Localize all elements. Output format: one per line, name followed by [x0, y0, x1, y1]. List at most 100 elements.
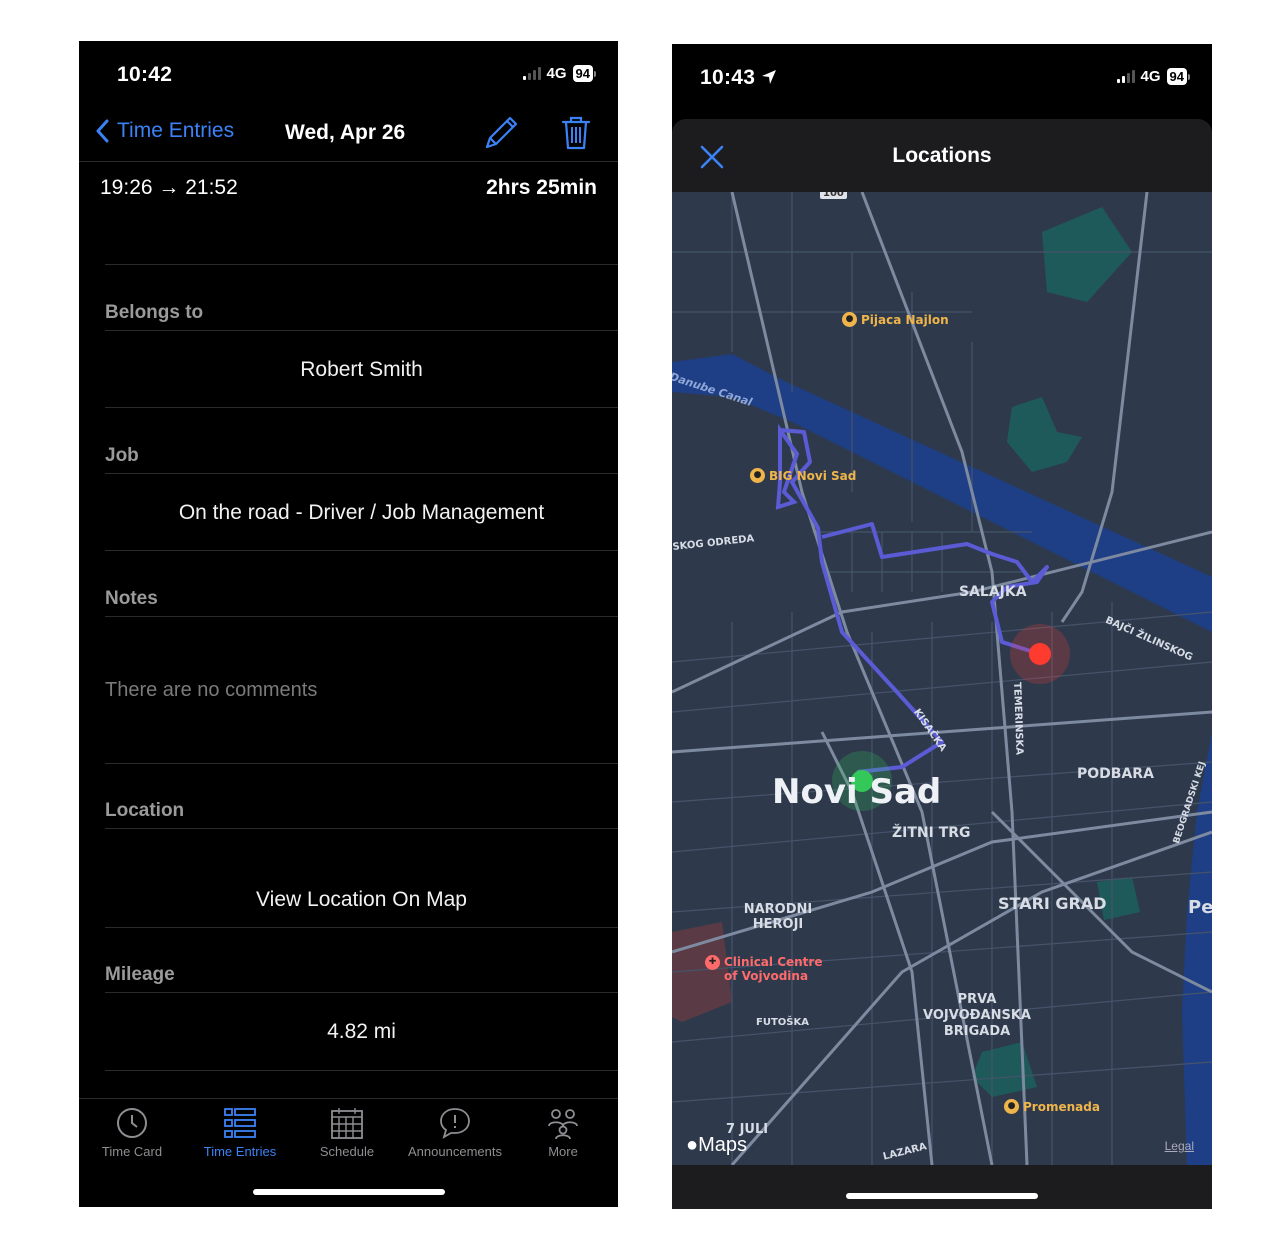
delete-button[interactable] — [559, 115, 593, 151]
park-area — [1007, 397, 1082, 472]
medical-icon: ✚ — [705, 955, 720, 970]
district-label: SALAJKA — [959, 584, 1027, 600]
signal-icon — [522, 67, 541, 80]
divider — [105, 763, 618, 764]
road-number-badge: 100 — [820, 192, 847, 199]
divider — [105, 927, 618, 928]
list-icon — [224, 1108, 256, 1138]
signal-icon — [1116, 70, 1135, 83]
nav-bar: Time Entries Wed, Apr 26 — [79, 111, 618, 161]
poi-pijaca-najlon[interactable]: ● Pijaca Najlon — [842, 312, 949, 327]
tab-label: Time Entries — [203, 1144, 277, 1159]
clock-icon — [117, 1108, 147, 1138]
maps-brand-text: Maps — [698, 1134, 747, 1156]
time-range: 19:26 → 21:52 — [100, 176, 238, 199]
status-bar: 10:42 4G 94 — [79, 41, 618, 105]
network-type: 4G — [546, 65, 567, 82]
divider — [105, 1070, 618, 1071]
chevron-left-icon — [96, 119, 109, 143]
mileage-label: Mileage — [105, 964, 175, 985]
apple-maps-logo: ●Maps — [686, 1134, 747, 1157]
shopping-bag-icon: ● — [842, 312, 857, 327]
park-area — [1042, 207, 1132, 302]
poi-label: BIG Novi Sad — [769, 468, 857, 483]
tab-more[interactable]: More — [508, 1106, 618, 1159]
battery-level: 94 — [1166, 68, 1187, 85]
street-label: FUTOŠKA — [756, 1017, 809, 1028]
divider — [79, 1098, 618, 1099]
home-indicator — [846, 1193, 1038, 1199]
tab-time-card[interactable]: Time Card — [79, 1106, 187, 1159]
poi-label: Pijaca Najlon — [861, 312, 949, 327]
locations-map-screen: 10:43 4G 94 Locations Novi Sad SALAJKA P… — [672, 44, 1212, 1209]
tab-label: Time Card — [101, 1144, 163, 1159]
home-indicator — [252, 1189, 445, 1195]
poi-clinical-centre[interactable]: ✚ Clinical Centre of Vojvodina — [705, 955, 824, 983]
edge-label: Pe — [1188, 897, 1212, 918]
district-label: STARI GRAD — [998, 894, 1107, 913]
divider — [105, 407, 618, 408]
poi-label: Clinical Centre of Vojvodina — [724, 955, 823, 983]
edit-button[interactable] — [481, 111, 523, 153]
network-type: 4G — [1140, 68, 1161, 85]
divider — [105, 992, 618, 993]
tab-announcements[interactable]: Announcements — [400, 1106, 510, 1159]
location-arrow-icon — [762, 70, 777, 84]
status-time: 10:42 — [117, 63, 173, 86]
apple-logo-icon: ● — [686, 1134, 699, 1156]
divider — [105, 330, 618, 331]
poi-big-novi-sad[interactable]: ● BIG Novi Sad — [750, 468, 856, 483]
park-area — [972, 1042, 1037, 1097]
belongs-to-label: Belongs to — [105, 302, 204, 323]
job-value: On the road - Driver / Job Management — [178, 501, 545, 524]
status-bar: 10:43 4G 94 — [672, 44, 1212, 108]
divider — [105, 616, 618, 617]
city-label: Novi Sad — [772, 772, 942, 812]
poi-label: Promenada — [1023, 1099, 1100, 1114]
nav-divider — [79, 161, 618, 162]
speech-bubble-icon — [440, 1108, 470, 1139]
page-title: Wed, Apr 26 — [285, 121, 406, 144]
location-label: Location — [105, 800, 185, 821]
tab-bar: Time Card Time Entries Schedule Announce… — [79, 1098, 618, 1207]
map-view[interactable]: Novi Sad SALAJKA PODBARA ŽITNI TRG NAROD… — [672, 192, 1212, 1165]
job-label: Job — [105, 445, 139, 466]
end-location-marker[interactable] — [1029, 643, 1051, 665]
view-location-button[interactable]: View Location On Map — [105, 888, 618, 912]
divider — [105, 473, 618, 474]
shopping-bag-icon: ● — [1004, 1099, 1019, 1114]
notes-label: Notes — [105, 588, 158, 609]
tab-time-entries[interactable]: Time Entries — [185, 1106, 295, 1159]
people-icon — [548, 1109, 578, 1140]
battery-icon: 94 — [572, 65, 596, 82]
sheet-footer — [672, 1165, 1212, 1209]
district-label: PODBARA — [1077, 766, 1154, 782]
mileage-value: 4.82 mi — [327, 1020, 396, 1043]
duration: 2hrs 25min — [486, 176, 597, 199]
district-label: ŽITNI TRG — [892, 825, 971, 841]
sheet-header: Locations — [672, 119, 1212, 192]
trash-icon — [561, 116, 591, 150]
battery-icon: 94 — [1166, 68, 1190, 85]
tab-label: Schedule — [319, 1144, 375, 1159]
battery-level: 94 — [572, 65, 593, 82]
tab-label: Announcements — [408, 1144, 502, 1159]
shopping-bag-icon: ● — [750, 468, 765, 483]
time-entry-detail-screen: 10:42 4G 94 Time Entries Wed, Apr 26 19:… — [79, 41, 618, 1207]
divider — [105, 264, 618, 265]
divider — [105, 550, 618, 551]
notes-placeholder: There are no comments — [105, 679, 318, 701]
status-time: 10:43 — [700, 66, 777, 90]
poi-promenada[interactable]: ● Promenada — [1004, 1099, 1100, 1114]
tab-label: More — [548, 1144, 578, 1159]
back-button[interactable]: Time Entries — [95, 119, 234, 143]
locations-sheet: Locations Novi Sad SALAJKA PODBARA ŽITNI… — [672, 119, 1212, 1209]
calendar-icon — [331, 1108, 363, 1139]
status-indicators: 4G 94 — [522, 65, 596, 82]
tab-schedule[interactable]: Schedule — [292, 1106, 402, 1159]
legal-link[interactable]: Legal — [1165, 1139, 1194, 1153]
status-indicators: 4G 94 — [1116, 68, 1190, 85]
belongs-to-value: Robert Smith — [300, 358, 423, 381]
sheet-title: Locations — [892, 144, 992, 167]
divider — [105, 828, 618, 829]
